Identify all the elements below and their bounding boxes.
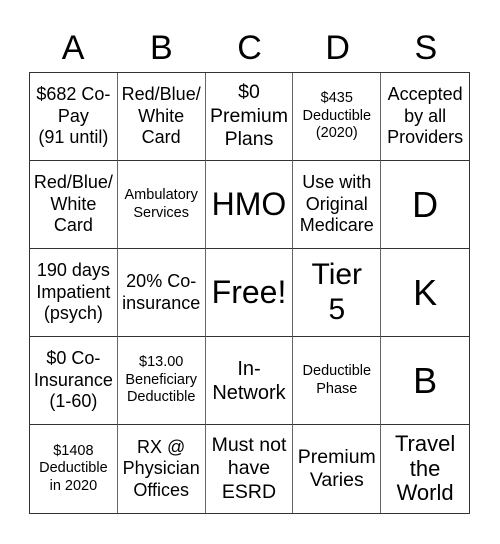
bingo-cell[interactable]: Premium Varies (293, 425, 382, 513)
bingo-cell-text: B (413, 359, 438, 401)
header-letter: C (237, 29, 262, 67)
bingo-cell-text: $0 Premium Plans (209, 81, 288, 151)
bingo-cell[interactable]: Accepted by all Providers (381, 73, 469, 161)
bingo-cell[interactable]: Must not have ESRD (206, 425, 294, 513)
bingo-cell[interactable]: Red/Blue/ White Card (117, 73, 206, 161)
bingo-cell-text: Premium Varies (297, 445, 376, 491)
bingo-cell[interactable]: $1408 Deductible in 2020 (30, 425, 118, 513)
bingo-cell-text: D (412, 183, 439, 225)
bingo-cell-text: Red/Blue/ White Card (33, 172, 113, 236)
bingo-cell[interactable]: Free! (205, 249, 294, 337)
header-letter: B (149, 29, 173, 67)
bingo-cell[interactable]: 190 days Impatient (psych) (30, 249, 118, 337)
bingo-cell[interactable]: D (381, 161, 469, 249)
bingo-cell-text: Red/Blue/ White Card (121, 84, 201, 148)
header-letter: D (325, 29, 350, 67)
bingo-cell[interactable]: Ambulatory Services (117, 161, 206, 249)
bingo-cell-text: 20% Co- insurance (122, 270, 201, 313)
bingo-cell-text: K (413, 271, 438, 313)
bingo-cell-text: Travel the World (394, 431, 456, 506)
bingo-cell[interactable]: Red/Blue/ White Card (30, 161, 118, 249)
bingo-cell-text: Tier 5 (311, 258, 363, 326)
bingo-cell-text: $0 Co- Insurance (1-60) (33, 348, 113, 412)
bingo-card-grid: $682 Co- Pay (91 until) Red/Blue/ White C… (29, 72, 470, 514)
bingo-cell-text: Use with Original Medicare (299, 172, 374, 236)
bingo-cell-text: $1408 Deductible in 2020 (39, 442, 108, 494)
bingo-cell[interactable]: K (381, 249, 469, 337)
bingo-cell[interactable]: $0 Co- Insurance (1-60) (30, 337, 118, 425)
bingo-cell[interactable]: $0 Premium Plans (205, 73, 294, 161)
bingo-cell-text: Must not have ESRD (211, 433, 287, 503)
bingo-cell-text: RX @ Physician Offices (122, 436, 200, 500)
bingo-cell-text: In- Network (212, 357, 286, 404)
bingo-cell[interactable]: B (381, 337, 469, 425)
bingo-cell[interactable]: HMO (205, 161, 294, 249)
bingo-cell[interactable]: RX @ Physician Offices (118, 425, 206, 513)
bingo-cell[interactable]: Tier 5 (293, 249, 382, 337)
bingo-cell-text: $13.00 Beneficiary Deductible (125, 354, 198, 406)
bingo-cell-text: Free! (211, 274, 287, 311)
bingo-cell-text: HMO (211, 186, 287, 223)
header-letter: S (414, 29, 438, 67)
header-letter: A (61, 29, 85, 67)
bingo-header: A B C D S (29, 24, 470, 72)
bingo-cell-text: $682 Co- Pay (91 until) (36, 84, 111, 148)
bingo-cell-text: Deductible Phase (302, 363, 372, 397)
bingo-cell[interactable]: 20% Co- insurance (117, 249, 206, 337)
bingo-cell[interactable]: $682 Co- Pay (91 until) (30, 73, 118, 161)
bingo-cell[interactable]: Use with Original Medicare (293, 161, 382, 249)
bingo-cell[interactable]: In- Network (205, 337, 294, 425)
bingo-cell[interactable]: $13.00 Beneficiary Deductible (117, 337, 206, 425)
bingo-cell-text: $435 Deductible (2020) (302, 90, 372, 142)
bingo-cell[interactable]: Deductible Phase (293, 337, 382, 425)
bingo-cell-text: Ambulatory Services (124, 187, 198, 221)
bingo-cell-text: Accepted by all Providers (387, 84, 464, 148)
bingo-cell[interactable]: $435 Deductible (2020) (293, 73, 382, 161)
bingo-cell[interactable]: Travel the World (381, 425, 469, 513)
bingo-cell-text: 190 days Impatient (psych) (36, 260, 111, 324)
